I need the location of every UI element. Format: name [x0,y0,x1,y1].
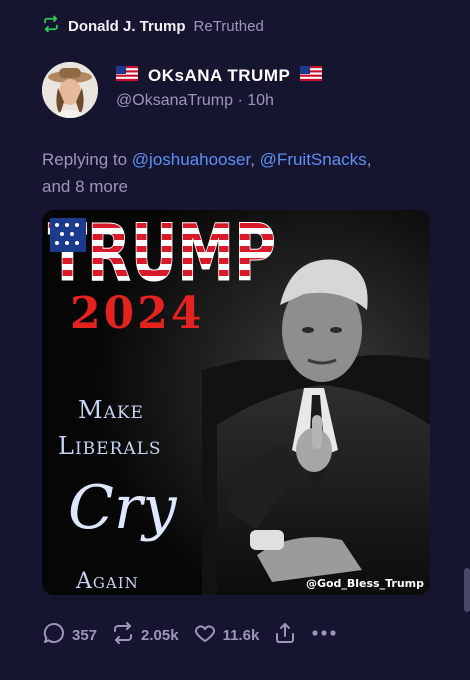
retruth-count: 2.05k [141,626,179,644]
display-name[interactable]: OKsANA TRUMP [148,66,290,86]
handle[interactable]: @OksanaTrump [116,92,233,109]
avatar[interactable] [42,62,98,118]
separator: · [237,92,243,109]
media-cry-text: Cry [68,473,178,543]
heart-icon [193,621,217,649]
more-icon [311,621,337,649]
retruth-header[interactable]: Donald J. Trump ReTruthed [42,14,264,38]
us-flag-icon [300,66,323,86]
replying-prefix: Replying to [42,150,128,169]
post-image[interactable]: TRUMP 2024 Make Liberals Cry Again @God_… [42,210,430,595]
media-year-text: 2024 [70,288,204,339]
us-flag-icon [116,66,138,86]
media-watermark: @God_Bless_Trump [306,577,424,590]
retruth-icon [111,621,135,649]
scrollbar-thumb[interactable] [464,568,470,612]
retruth-icon [42,15,60,37]
media-again-text: Again [75,569,139,594]
more-mentions-link[interactable]: and 8 more [42,177,128,196]
mention-fruitsnacks[interactable]: @FruitSnacks [260,150,367,169]
share-button[interactable] [273,621,297,649]
mention-joshuahooser[interactable]: @joshuahooser [132,150,250,169]
post-time[interactable]: 10h [247,92,274,109]
post-page: Donald J. Trump ReTruthed OKsANA TRUMP @… [0,0,470,680]
handle-row: @OksanaTrump · 10h [116,92,274,114]
display-name-row[interactable]: OKsANA TRUMP [116,64,323,88]
share-icon [273,621,297,649]
retruth-button[interactable]: 2.05k [111,621,179,649]
retruth-verb: ReTruthed [193,17,264,35]
like-button[interactable]: 11.6k [193,621,260,649]
media-liberals-text: Liberals [58,432,162,460]
like-count: 11.6k [222,626,260,644]
retruth-author[interactable]: Donald J. Trump [68,18,186,35]
more-options-button[interactable] [311,621,337,649]
reply-icon [42,621,66,649]
media-make-text: Make [78,396,144,424]
reply-count: 357 [72,626,98,644]
mention-comma: , [250,150,255,169]
reply-button[interactable]: 357 [42,621,97,649]
action-bar: 357 2.05k 11.6k [42,620,351,650]
replying-to: Replying to @joshuahooser, @FruitSnacks,… [42,146,442,200]
mention-comma: , [366,150,372,169]
